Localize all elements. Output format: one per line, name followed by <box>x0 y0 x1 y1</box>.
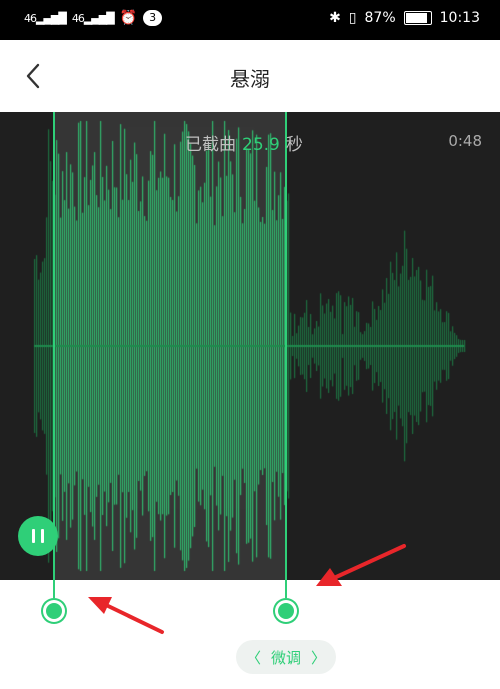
annotation-arrows <box>88 544 406 634</box>
red-arrow-right <box>316 544 406 586</box>
red-arrow-left <box>88 597 164 634</box>
